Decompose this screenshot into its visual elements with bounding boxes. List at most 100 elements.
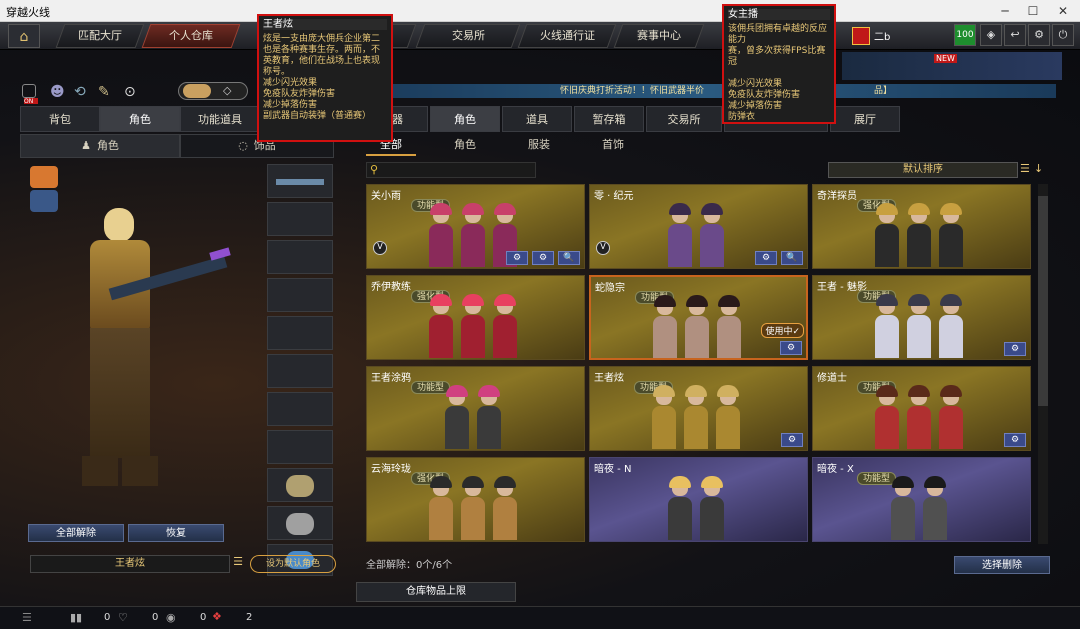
character-card[interactable]: 零 · 纪元 ⚙ 🔍 V bbox=[589, 184, 808, 269]
settings-icon[interactable]: ⚙ bbox=[1004, 433, 1026, 447]
filter-clothing[interactable]: 服装 bbox=[514, 134, 564, 156]
slot-pants[interactable] bbox=[267, 354, 333, 388]
sort-arrow-icon[interactable]: ↓ bbox=[1034, 162, 1046, 178]
right-tab-character[interactable]: 角色 bbox=[430, 106, 500, 132]
slot-ring-2[interactable] bbox=[267, 506, 333, 540]
close-button[interactable]: ✕ bbox=[1048, 2, 1078, 20]
left-tab-bag[interactable]: 背包 bbox=[20, 106, 100, 132]
character-card[interactable]: 王者炫 功能型 ⚙ bbox=[589, 366, 808, 451]
character-portrait bbox=[700, 203, 724, 267]
character-portrait bbox=[429, 476, 453, 540]
toggle-icon[interactable] bbox=[22, 84, 36, 98]
unequip-all-button[interactable]: 全部解除 bbox=[28, 524, 124, 542]
people-icon[interactable]: ☻ bbox=[50, 84, 65, 100]
minimize-button[interactable]: ─ bbox=[990, 2, 1020, 20]
shield-status-icon[interactable]: ♡ bbox=[118, 611, 128, 624]
shield-icon[interactable]: ◈ bbox=[980, 24, 1002, 46]
refresh-icon[interactable]: ⟲ bbox=[74, 84, 86, 100]
character-card[interactable]: 云海玲珑 强化型 bbox=[366, 457, 585, 542]
username[interactable]: 二b bbox=[874, 28, 890, 43]
character-card[interactable]: 关小雨 功能型 ⚙ ⚙ 🔍 V bbox=[366, 184, 585, 269]
view-toggle[interactable]: ◇ bbox=[178, 82, 248, 100]
slot-eyes[interactable] bbox=[267, 240, 333, 274]
character-portrait bbox=[875, 203, 899, 267]
character-portrait bbox=[891, 476, 915, 540]
character-card[interactable]: 蛇隐宗 功能型 使用中✓ ⚙ bbox=[589, 275, 808, 360]
paint-icon[interactable]: ✎ bbox=[98, 84, 110, 100]
menu-icon[interactable]: ☰ bbox=[22, 611, 32, 624]
slot-ring-1[interactable] bbox=[267, 468, 333, 502]
filter-jewelry[interactable]: 首饰 bbox=[588, 134, 638, 156]
character-icon: ♟ bbox=[81, 139, 91, 152]
bag-icon[interactable]: ▮▮ bbox=[70, 611, 82, 624]
character-card[interactable]: 暗夜 - X 功能型 bbox=[812, 457, 1031, 542]
rank-icon bbox=[852, 27, 870, 45]
slot-shoes[interactable] bbox=[267, 430, 333, 464]
tab-trade[interactable]: 交易所 bbox=[415, 24, 521, 48]
slot-head[interactable] bbox=[267, 202, 333, 236]
slot-weapon[interactable] bbox=[267, 164, 333, 198]
event-banner[interactable]: 怀旧庆典打折活动！！怀旧武器半价 品】 bbox=[360, 84, 1056, 98]
storage-limit-button[interactable]: 仓库物品上限 bbox=[356, 582, 516, 602]
restore-button[interactable]: 恢复 bbox=[128, 524, 224, 542]
subtab-character[interactable]: ♟ 角色 bbox=[20, 134, 180, 158]
character-card[interactable]: 修道士 功能型 ⚙ bbox=[812, 366, 1031, 451]
mouse-icon[interactable]: ⊙ bbox=[124, 84, 136, 100]
right-tab-temp[interactable]: 暂存箱 bbox=[574, 106, 644, 132]
inspect-icon[interactable]: 🔍 bbox=[558, 251, 580, 265]
set-default-button[interactable]: 设为默认角色 bbox=[250, 555, 336, 573]
card-name: 蛇隐宗 bbox=[595, 283, 625, 294]
chat-icon[interactable]: ◉ bbox=[166, 611, 176, 624]
settings-icon[interactable]: ⚙ bbox=[781, 433, 803, 447]
window-title: 穿越火线 bbox=[6, 6, 50, 19]
tab-match-lobby[interactable]: 匹配大厅 bbox=[55, 24, 145, 48]
settings-icon[interactable]: ⚙ bbox=[1004, 342, 1026, 356]
ring-icon: ◌ bbox=[238, 139, 248, 152]
select-delete-button[interactable]: 选择删除 bbox=[954, 556, 1050, 574]
left-tab-function[interactable]: 功能道具 bbox=[180, 106, 260, 132]
left-tab-character[interactable]: 角色 bbox=[100, 106, 180, 132]
settings-icon[interactable]: ⚙ bbox=[755, 251, 777, 265]
character-card[interactable]: 奇洋探员 强化型 bbox=[812, 184, 1031, 269]
list-view-icon[interactable]: ☰ bbox=[1020, 162, 1032, 178]
character-card[interactable]: 王者涂鸦 功能型 bbox=[366, 366, 585, 451]
tab-personal-storage[interactable]: 个人仓库 bbox=[141, 24, 241, 48]
vip-icon: V bbox=[373, 241, 387, 255]
storage-panel: ON ☻ ⟲ ✎ ⊙ ◇ 背包 角色 功能道具 风 ♟角色 ◌饰品 全部解除 恢… bbox=[0, 4, 1080, 606]
search-input[interactable]: ⚲ bbox=[366, 162, 536, 178]
slot-vest[interactable] bbox=[267, 316, 333, 350]
weapon-banner[interactable]: NEW bbox=[842, 52, 1062, 80]
character-portrait bbox=[493, 294, 517, 358]
home-icon[interactable]: ⌂ bbox=[8, 24, 40, 48]
tab-pass[interactable]: 火线通行证 bbox=[517, 24, 617, 48]
character-portrait bbox=[939, 203, 963, 267]
sort-select[interactable]: 默认排序 bbox=[828, 162, 1018, 178]
filter-character[interactable]: 角色 bbox=[440, 134, 490, 156]
character-portrait bbox=[907, 385, 931, 449]
right-tab-showroom[interactable]: 展厅 bbox=[830, 106, 900, 132]
right-tab-exchange[interactable]: 交易所 bbox=[646, 106, 722, 132]
slot-body[interactable] bbox=[267, 278, 333, 312]
list-icon[interactable]: ☰ bbox=[231, 555, 245, 573]
wing-alt-icon[interactable] bbox=[30, 190, 58, 212]
card-name: 关小雨 bbox=[371, 191, 401, 202]
settings-icon[interactable]: ⚙ bbox=[532, 251, 554, 265]
back-icon[interactable]: ↩ bbox=[1004, 24, 1026, 46]
scrollbar[interactable] bbox=[1038, 184, 1048, 544]
gift-icon[interactable]: ❖ bbox=[212, 610, 222, 623]
maximize-button[interactable]: ☐ bbox=[1018, 2, 1048, 20]
right-tab-props[interactable]: 道具 bbox=[502, 106, 572, 132]
slot-back[interactable] bbox=[267, 392, 333, 426]
character-card[interactable]: 乔伊教练 强化型 bbox=[366, 275, 585, 360]
settings-icon[interactable]: ⚙ bbox=[506, 251, 528, 265]
tab-events[interactable]: 赛事中心 bbox=[613, 24, 705, 48]
wing-icon[interactable] bbox=[30, 166, 58, 188]
gear-icon[interactable]: ⚙ bbox=[1028, 24, 1050, 46]
inspect-icon[interactable]: 🔍 bbox=[781, 251, 803, 265]
tooltip-line: 减少掉落伤害 bbox=[728, 101, 783, 111]
character-card[interactable]: 王者 - 魅影 功能型 ⚙ bbox=[812, 275, 1031, 360]
event-banner-tail: 品】 bbox=[874, 86, 893, 96]
power-icon[interactable]: ⏻ bbox=[1052, 24, 1074, 46]
settings-icon[interactable]: ⚙ bbox=[780, 341, 802, 355]
character-card[interactable]: 暗夜 - N bbox=[589, 457, 808, 542]
